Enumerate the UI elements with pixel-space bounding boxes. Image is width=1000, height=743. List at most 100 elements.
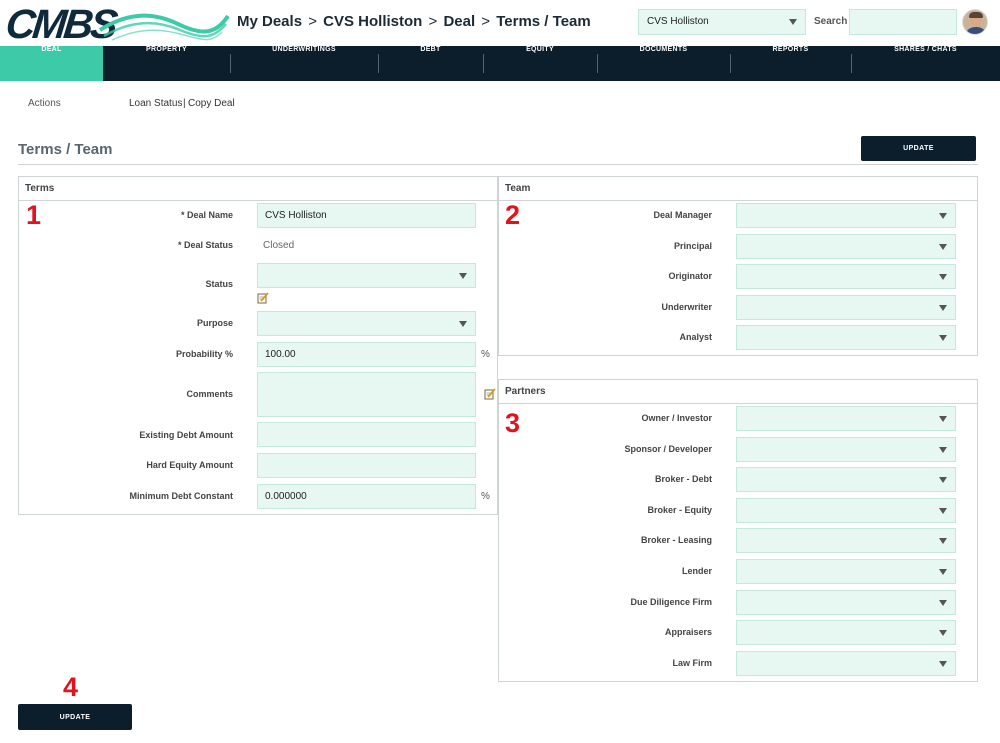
chevron-down-icon [939,213,947,219]
page-title: Terms / Team [18,141,113,158]
nav-tab-shares-chats[interactable]: SHARES / CHATS [851,46,1000,81]
nav-tab-property[interactable]: PROPERTY [103,46,230,81]
broker-debt-label: Broker - Debt [654,474,712,485]
comments-label: Comments [186,389,233,399]
deal-status-label: * Deal Status [177,240,233,250]
existing-debt-input[interactable] [257,422,476,447]
update-button-top[interactable]: UPDATE [861,136,976,161]
probability-unit: % [481,349,490,360]
lender-label: Lender [681,566,712,576]
marker-4: 4 [63,672,79,702]
deal-name-label: * Deal Name [180,210,233,220]
chevron-down-icon [939,416,947,422]
originator-dropdown[interactable] [736,264,956,290]
underwriter-dropdown[interactable] [736,294,956,320]
broker-debt-dropdown[interactable] [736,467,956,493]
deal-status-value: Closed [263,240,295,251]
chevron-down-icon [939,507,947,514]
nav-tab-equity[interactable]: EQUITY [483,46,597,81]
broker-leasing-label: Broker - Leasing [640,535,712,546]
originator-label: Originator [668,271,712,282]
title-divider [18,164,978,165]
terms-heading: Terms [19,177,497,201]
logo-wave-icon [98,13,230,41]
app-header: CMBS My Deals > CVS Holliston > Deal > T… [0,0,1000,47]
nav-tab-deal[interactable]: DEAL [0,46,103,81]
broker-leasing-dropdown[interactable] [736,528,956,554]
deal-selector-value: CVS Holliston [647,16,709,27]
chevron-down-icon [939,335,947,342]
deal-name-value: CVS Holliston [265,210,327,221]
probability-input[interactable]: 100.00 [257,342,476,367]
chevron-down-icon [939,660,947,667]
loan-status-link[interactable]: Loan Status [129,98,182,109]
nav-tab-reports[interactable]: REPORTS [730,46,851,81]
chevron-down-icon [939,599,947,606]
chevron-down-icon [939,477,947,484]
breadcrumb-deal[interactable]: Deal [443,13,475,30]
law-firm-dropdown[interactable] [736,650,956,676]
actions-label: Actions [28,98,61,109]
probability-value: 100.00 [265,349,296,360]
cmbs-logo[interactable]: CMBS [4,1,230,47]
partners-heading: Partners [499,380,977,404]
chevron-down-icon [459,273,467,279]
chevron-down-icon [459,321,467,327]
min-debt-constant-input[interactable]: 0.000000 [257,484,476,509]
appraisers-dropdown[interactable] [736,620,956,646]
analyst-label: Analyst [679,332,712,343]
deal-name-input[interactable]: CVS Holliston [257,203,476,228]
chevron-down-icon [939,569,947,575]
min-debt-constant-unit: % [481,491,490,502]
status-dropdown[interactable] [257,263,476,288]
principal-label: Principal [673,240,712,251]
avatar-shirt [965,27,987,34]
marker-3: 3 [505,408,521,438]
deal-manager-dropdown[interactable] [736,203,956,228]
breadcrumb-deal-name[interactable]: CVS Holliston [323,13,422,30]
owner-investor-dropdown[interactable] [736,406,956,431]
sponsor-developer-dropdown[interactable] [736,436,956,462]
principal-dropdown[interactable] [736,233,956,259]
team-heading: Team [499,177,977,201]
underwriter-label: Underwriter [661,301,712,312]
purpose-label: Purpose [196,318,233,328]
update-button-bottom[interactable]: UPDATE [18,704,132,730]
user-avatar[interactable] [962,9,988,35]
due-diligence-firm-label: Due Diligence Firm [630,596,712,607]
copy-deal-link[interactable]: Copy Deal [188,98,235,109]
marker-2: 2 [505,200,521,230]
hard-equity-label: Hard Equity Amount [146,460,233,470]
min-debt-constant-label: Minimum Debt Constant [129,491,234,501]
existing-debt-label: Existing Debt Amount [139,430,233,440]
chevron-down-icon [789,19,797,25]
search-label: Search [814,16,848,27]
hard-equity-input[interactable] [257,453,476,478]
min-debt-constant-value: 0.000000 [265,491,307,502]
comments-textarea[interactable] [257,372,476,417]
nav-tab-underwritings[interactable]: UNDERWRITINGS [230,46,378,81]
probability-label: Probability % [175,349,233,359]
breadcrumb: My Deals > CVS Holliston > Deal > Terms … [237,13,591,30]
lender-dropdown[interactable] [736,559,956,584]
search-input[interactable] [849,9,957,35]
chevron-down-icon [939,538,947,545]
avatar-hair [969,12,983,18]
chevron-down-icon [939,630,947,637]
chevron-down-icon [939,446,947,453]
edit-note-icon[interactable] [257,292,269,304]
nav-tab-documents[interactable]: DOCUMENTS [597,46,730,81]
main-nav: DEAL PROPERTY UNDERWRITINGS DEBT EQUITY … [0,46,1000,81]
due-diligence-firm-dropdown[interactable] [736,589,956,615]
chevron-down-icon [939,304,947,311]
nav-tab-debt[interactable]: DEBT [378,46,483,81]
analyst-dropdown[interactable] [736,325,956,351]
chevron-down-icon [939,274,947,281]
breadcrumb-current: Terms / Team [496,13,591,30]
edit-note-icon[interactable] [484,388,496,400]
deal-selector-dropdown[interactable]: CVS Holliston [638,9,806,35]
marker-1: 1 [26,200,42,230]
breadcrumb-my-deals[interactable]: My Deals [237,13,302,30]
broker-equity-dropdown[interactable] [736,497,956,523]
purpose-dropdown[interactable] [257,311,476,336]
